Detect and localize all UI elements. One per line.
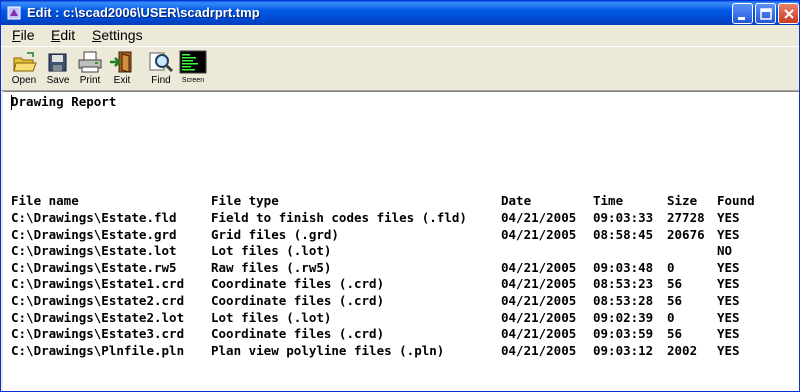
table-row: C:\Drawings\Estate2.lot Lot files (.lot) 0… <box>11 310 791 326</box>
cell-date: 04/21/2005 <box>501 259 577 275</box>
editor-window: Edit : c:\scad2006\USER\scadrprt.tmp Fil… <box>0 0 800 392</box>
cell-found: YES <box>717 342 740 358</box>
cell-file-name: C:\Drawings\Estate2.crd <box>11 293 185 308</box>
cell-file-type: Lot files (.lot) <box>211 309 332 325</box>
table-row: C:\Drawings\Estate3.crd Coordinate files … <box>11 326 791 342</box>
header-file-type: File type <box>211 193 279 208</box>
cell-size: 27728 <box>667 210 705 225</box>
cell-file-name: C:\Drawings\Estate.rw5 <box>11 259 177 275</box>
cell-time: 08:53:23 <box>593 276 654 292</box>
screen-button[interactable]: Screen <box>176 50 210 90</box>
cell-time: 08:58:45 <box>593 226 654 242</box>
cell-found: YES <box>717 326 740 342</box>
cell-date: 04/21/2005 <box>501 309 577 325</box>
cell-date: 04/21/2005 <box>501 226 577 242</box>
minimize-icon <box>738 17 745 20</box>
cell-time: 09:03:33 <box>593 210 654 225</box>
exit-button[interactable]: Exit <box>105 50 139 90</box>
cell-file-type: Lot files (.lot) <box>211 243 332 259</box>
text-editor[interactable]: Drawing Report File name File type Date … <box>3 91 799 391</box>
cell-size: 56 <box>667 276 683 292</box>
cell-file-name: C:\Drawings\Estate.lot <box>11 243 177 259</box>
open-button[interactable]: Open <box>7 50 41 90</box>
print-button[interactable]: Print <box>73 50 107 90</box>
cell-file-type: Coordinate files (.crd) <box>211 293 385 308</box>
cell-file-type: Plan view polyline files (.pln) <box>211 342 445 358</box>
printer-icon <box>78 51 102 73</box>
cell-time: 08:53:28 <box>593 293 654 308</box>
cell-time: 09:03:12 <box>593 342 654 358</box>
maximize-button[interactable] <box>755 3 776 24</box>
cell-size: 20676 <box>667 226 705 242</box>
cell-file-type: Field to finish codes files (.fld) <box>211 210 467 225</box>
close-button[interactable] <box>778 3 799 24</box>
cell-date: 04/21/2005 <box>501 210 577 225</box>
cell-file-name: C:\Drawings\Estate.grd <box>11 226 177 242</box>
cell-file-name: C:\Drawings\Estate2.lot <box>11 309 185 325</box>
floppy-disk-icon <box>48 53 67 72</box>
cell-size: 2002 <box>667 342 698 358</box>
report-header-row: File name File type Date Time Size Found <box>11 193 791 209</box>
exit-door-icon <box>110 51 132 73</box>
maximize-icon <box>760 8 772 20</box>
save-button[interactable]: Save <box>41 50 75 90</box>
report-heading: Drawing Report <box>11 94 117 109</box>
menu-bar: File Edit Settings <box>1 25 799 46</box>
toolbar: Open Save Print Exit Find Screen <box>1 46 799 91</box>
cell-found: YES <box>717 226 740 242</box>
cell-found: YES <box>717 309 740 325</box>
magnifier-icon <box>149 52 174 73</box>
cell-file-name: C:\Drawings\Estate3.crd <box>11 326 185 342</box>
cell-file-type: Coordinate files (.crd) <box>211 276 385 292</box>
cell-file-name: C:\Drawings\Plnfile.pln <box>11 342 185 358</box>
cell-date: 04/21/2005 <box>501 326 577 342</box>
table-row: C:\Drawings\Plnfile.pln Plan view polylin… <box>11 343 791 359</box>
table-row: C:\Drawings\Estate.grd Grid files (.grd) 0… <box>11 227 791 243</box>
header-time: Time <box>593 193 624 208</box>
cell-size: 0 <box>667 309 675 325</box>
screen-monitor-icon <box>179 50 207 74</box>
cell-file-name: C:\Drawings\Estate.fld <box>11 210 177 225</box>
menu-edit[interactable]: Edit <box>51 27 75 43</box>
cell-time: 09:03:48 <box>593 259 654 275</box>
close-icon <box>784 9 794 19</box>
cell-found: YES <box>717 210 740 225</box>
cell-file-type: Coordinate files (.crd) <box>211 326 385 342</box>
cell-time: 09:03:59 <box>593 326 654 342</box>
menu-file[interactable]: File <box>12 27 35 43</box>
cell-size: 56 <box>667 326 683 342</box>
table-row: C:\Drawings\Estate.lot Lot files (.lot) NO <box>11 243 791 259</box>
cell-date: 04/21/2005 <box>501 293 577 308</box>
cell-date: 04/21/2005 <box>501 276 577 292</box>
table-row: C:\Drawings\Estate2.crd Coordinate files … <box>11 293 791 309</box>
menu-settings[interactable]: Settings <box>92 27 143 43</box>
table-row: C:\Drawings\Estate.rw5 Raw files (.rw5) 04… <box>11 260 791 276</box>
cell-found: YES <box>717 259 740 275</box>
cell-size: 56 <box>667 293 683 308</box>
find-button[interactable]: Find <box>144 50 178 90</box>
minimize-button[interactable] <box>732 3 753 24</box>
table-row: C:\Drawings\Estate1.crd Coordinate files … <box>11 276 791 292</box>
table-row: C:\Drawings\Estate.fld Field to finish co… <box>11 210 791 226</box>
cell-file-type: Raw files (.rw5) <box>211 259 332 275</box>
cell-size: 0 <box>667 259 675 275</box>
open-folder-icon <box>13 52 37 72</box>
cell-file-name: C:\Drawings\Estate1.crd <box>11 276 185 292</box>
cell-found: NO <box>717 243 733 259</box>
header-size: Size <box>667 193 698 208</box>
header-date: Date <box>501 193 532 208</box>
header-file-name: File name <box>11 193 79 208</box>
header-found: Found <box>717 193 755 208</box>
window-title: Edit : c:\scad2006\USER\scadrprt.tmp <box>27 5 260 20</box>
cell-file-type: Grid files (.grd) <box>211 226 339 242</box>
title-bar[interactable]: Edit : c:\scad2006\USER\scadrprt.tmp <box>1 1 799 25</box>
app-icon[interactable] <box>7 6 21 20</box>
cell-found: YES <box>717 276 740 292</box>
cell-time: 09:02:39 <box>593 309 654 325</box>
cell-found: YES <box>717 293 740 308</box>
cell-date: 04/21/2005 <box>501 342 577 358</box>
